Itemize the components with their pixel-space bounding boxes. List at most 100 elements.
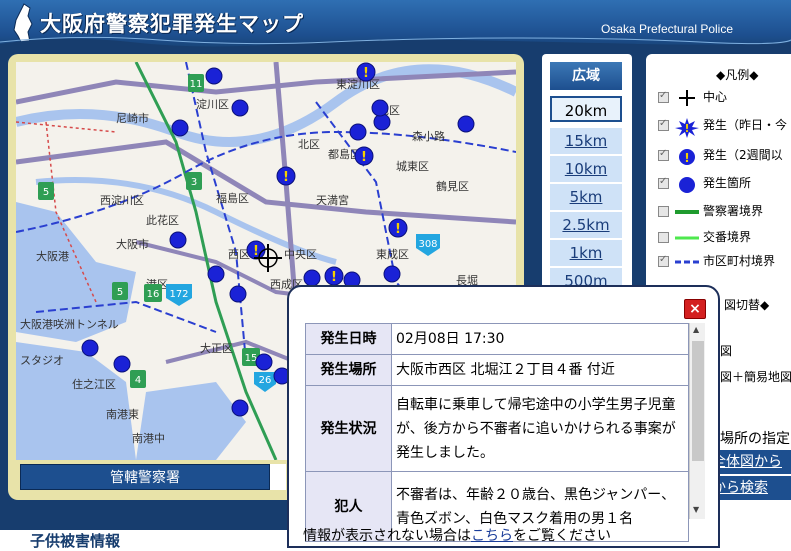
burst-marker-icon: !	[675, 117, 699, 138]
incident-dot-icon[interactable]	[457, 115, 475, 133]
row-key: 発生状況	[305, 385, 392, 472]
legend-row-recent: ! 発生（昨日・今	[658, 116, 788, 138]
legend-checkbox[interactable]	[658, 176, 669, 189]
scale-option-1km[interactable]: 1km	[550, 240, 622, 266]
scale-option-2-5km[interactable]: 2.5km	[550, 212, 622, 238]
map-label-amagasaki: 尼崎市	[116, 111, 149, 125]
legend-panel: ◆凡例◆ 中心 ! 発生（昨日・今 ! 発生（2週間以 発生箇所 警察署境界 交番境…	[646, 54, 791, 294]
scale-option-20km[interactable]: 20km	[550, 96, 622, 122]
map-label-joto: 城東区	[396, 160, 429, 173]
incident-dot-icon[interactable]	[229, 285, 247, 303]
legend-label: 発生箇所	[703, 176, 752, 190]
incident-dot-icon[interactable]	[231, 99, 249, 117]
table-row: 発生状況 自転車に乗車して帰宅途中の小学生男子児童が、後方から不審者に追いかけら…	[305, 385, 689, 472]
legend-label: 市区町村境界	[703, 254, 776, 268]
table-row: 発生日時 02月08日 17:30	[305, 323, 689, 355]
legend-row-2weeks: ! 発生（2週間以	[658, 146, 783, 166]
map-label-taisho: 大正区	[200, 341, 233, 355]
legend-checkbox[interactable]	[658, 206, 669, 217]
legend-checkbox[interactable]	[658, 148, 669, 161]
legend-checkbox[interactable]	[658, 90, 669, 103]
whole-map-link[interactable]: 全体図から	[712, 450, 791, 474]
legend-label: 中心	[703, 90, 728, 104]
incident-dot-icon[interactable]	[207, 265, 225, 283]
map-label-nodashima: スタジオ	[20, 354, 64, 367]
close-button[interactable]: ×	[684, 299, 706, 319]
scale-option-10km[interactable]: 10km	[550, 156, 622, 182]
incident-dot-icon[interactable]	[303, 269, 321, 287]
map-switch-label: 図切替◆	[724, 298, 770, 312]
svg-text:!: !	[684, 151, 689, 165]
road-shield-172-label: 172	[169, 289, 188, 300]
crosshair-icon	[675, 89, 699, 106]
row-value: 自転車に乗車して帰宅途中の小学生男子児童が、後方から不審者に追いかけられる事案が…	[391, 385, 689, 472]
scale-panel: 広域 20km 15km 10km 5km 2.5km 1km 500m	[542, 54, 632, 294]
exclamation-glyph: !	[253, 244, 259, 259]
port-water	[136, 382, 246, 460]
map-label-nanko-higashi: 南港東	[106, 408, 139, 421]
map-label-nanko-naka: 南港中	[132, 432, 165, 445]
incident-dot-icon[interactable]	[383, 265, 401, 283]
scroll-down-icon[interactable]: ▼	[693, 505, 699, 514]
incident-dot-icon[interactable]	[231, 399, 249, 417]
incident-dot-icon[interactable]	[255, 353, 273, 371]
exclamation-marker-icon: !	[675, 148, 699, 165]
exclamation-glyph: !	[283, 170, 289, 185]
map-label-tsurumi: 鶴見区	[436, 179, 469, 193]
legend-checkbox[interactable]	[658, 232, 669, 243]
map-label-osakako-tunnel: 大阪港咲洲トンネル	[20, 317, 119, 331]
incident-dot-icon[interactable]	[113, 355, 131, 373]
scale-option-15km[interactable]: 15km	[550, 128, 622, 154]
police-station-selector[interactable]	[270, 464, 286, 490]
footer-link[interactable]: こちら	[471, 528, 513, 544]
legend-label: 発生（2週間以	[703, 148, 783, 162]
exclamation-glyph: !	[331, 270, 337, 285]
row-value: 02月08日 17:30	[391, 323, 689, 355]
search-link[interactable]: から検索	[712, 476, 791, 500]
legend-checkbox[interactable]	[658, 118, 669, 131]
map-label-yodogawa: 淀川区	[196, 97, 229, 111]
lightgreen-line-icon	[675, 230, 699, 246]
exclamation-glyph: !	[363, 66, 369, 81]
legend-row-koban-boundary: 交番境界	[658, 228, 751, 248]
incident-dot-icon[interactable]	[373, 113, 391, 131]
police-station-button[interactable]: 管轄警察署	[20, 464, 270, 490]
scroll-up-icon[interactable]: ▲	[693, 325, 699, 334]
exclamation-glyph: !	[361, 150, 367, 165]
map-label-higashiyodogawa: 東淀川区	[336, 77, 380, 91]
road-shield-11-label: 11	[190, 79, 203, 90]
incident-dot-icon[interactable]	[171, 119, 189, 137]
scale-title: 広域	[550, 62, 622, 90]
incident-dot-icon[interactable]	[169, 231, 187, 249]
map-label-osaka: 大阪市	[116, 237, 149, 251]
legend-label: 発生（昨日・今	[703, 118, 788, 132]
map-label-suminoe: 住之江区	[72, 377, 116, 391]
row-value: 大阪市西区 北堀江２丁目４番 付近	[391, 354, 689, 386]
legend-row-police-boundary: 警察署境界	[658, 202, 763, 222]
legend-row-city-boundary: 市区町村境界	[658, 252, 775, 272]
map-label-fukushima: 福島区	[216, 191, 249, 205]
incident-dot-icon[interactable]	[349, 123, 367, 141]
map-label-higashinari: 東成区	[376, 248, 409, 261]
map-switch-option-2[interactable]: 図＋簡易地図	[720, 368, 791, 385]
map-label-chuo: 中央区	[284, 248, 317, 261]
road-shield-4-label: 4	[135, 375, 141, 386]
map-label-studio: 大阪港	[36, 249, 69, 263]
scale-option-5km[interactable]: 5km	[550, 184, 622, 210]
map-switch-option-1[interactable]: 図	[720, 342, 732, 359]
popup-scrollbar[interactable]: ▲ ▼	[689, 323, 705, 519]
incident-dot-icon[interactable]	[81, 339, 99, 357]
legend-checkbox[interactable]	[658, 254, 669, 267]
row-key: 発生場所	[305, 354, 392, 386]
green-line-icon	[675, 204, 699, 220]
scrollbar-thumb[interactable]	[692, 341, 704, 461]
incident-dot-icon[interactable]	[371, 99, 389, 117]
incident-dot-icon[interactable]	[205, 67, 223, 85]
road-shield-16-label: 16	[147, 289, 160, 300]
table-row: 発生場所 大阪市西区 北堀江２丁目４番 付近	[305, 354, 689, 386]
road-shield-3-label: 3	[191, 177, 197, 188]
legend-label: 交番境界	[703, 230, 752, 244]
legend-label: 警察署境界	[703, 204, 764, 218]
exclamation-glyph: !	[395, 222, 401, 237]
road-shield-5b-label: 5	[117, 287, 123, 298]
